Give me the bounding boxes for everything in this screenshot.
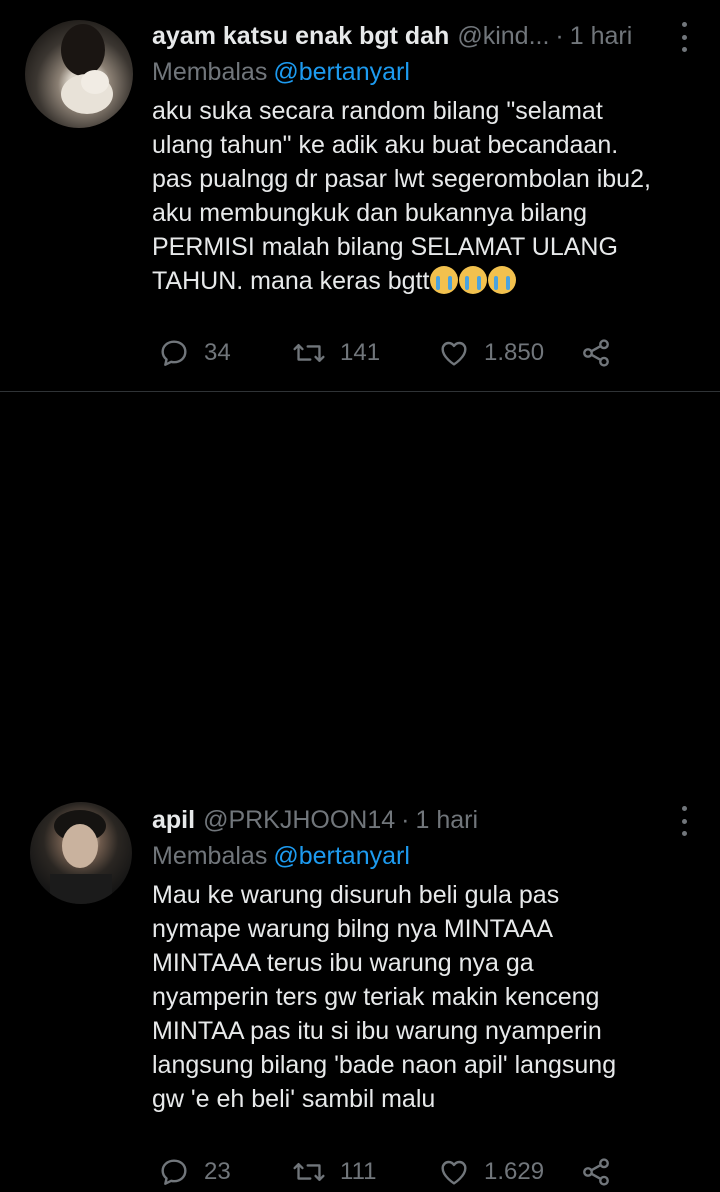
tweet-text-content: aku suka secara random bilang "selamat u… [152, 97, 651, 295]
tweet-text: Mau ke warung disuruh beli gula pas nyma… [152, 881, 617, 1113]
retweet-button[interactable]: 141 [292, 333, 380, 373]
tweet-text: aku suka secara random bilang "selamat u… [152, 94, 680, 298]
display-name[interactable]: ayam katsu enak bgt dah [152, 22, 449, 51]
tweet-actions: 23 111 1.629 [152, 1152, 680, 1192]
share-icon [583, 339, 609, 367]
like-icon [441, 1160, 467, 1185]
crying-emoji-icon [488, 266, 517, 294]
replying-to-label: Membalas [152, 58, 268, 86]
share-icon [583, 1158, 609, 1186]
timestamp[interactable]: 1 hari [570, 22, 633, 51]
reply-icon [161, 1159, 187, 1185]
separator-dot: · [555, 21, 564, 50]
emoji-group [429, 266, 517, 295]
tweet-header: apil @PRKJHOON14 · 1 hari [152, 802, 680, 838]
reply-icon [161, 340, 187, 366]
tweet[interactable]: ayam katsu enak bgt dah @kind... · 1 har… [0, 0, 720, 392]
retweet-count: 141 [340, 339, 381, 366]
replying-to-label: Membalas [152, 842, 268, 870]
tweet-actions: 34 141 1.850 [152, 333, 680, 373]
crying-emoji-icon [459, 266, 488, 294]
retweet-icon [293, 343, 325, 363]
avatar[interactable] [25, 20, 133, 128]
more-icon[interactable] [674, 22, 694, 52]
tweet-header: ayam katsu enak bgt dah @kind... · 1 har… [152, 18, 680, 54]
like-icon [441, 341, 467, 366]
like-button[interactable]: 1.629 [438, 1152, 544, 1192]
retweet-count: 111 [340, 1158, 377, 1185]
display-name[interactable]: apil [152, 806, 195, 835]
tweet[interactable]: apil @PRKJHOON14 · 1 hari Membalas @berta… [0, 392, 720, 1186]
like-count: 1.850 [484, 339, 545, 366]
reply-count: 23 [204, 1158, 231, 1185]
replying-to: Membalas @bertanyarl [152, 54, 680, 90]
share-button[interactable] [580, 1152, 612, 1192]
retweet-icon [293, 1162, 325, 1182]
reply-button[interactable]: 34 [158, 333, 231, 373]
share-button[interactable] [580, 333, 612, 373]
timestamp[interactable]: 1 hari [416, 806, 479, 835]
separator-dot: · [401, 805, 410, 834]
mention-link[interactable]: @bertanyarl [273, 58, 410, 86]
replying-to: Membalas @bertanyarl [152, 838, 680, 874]
avatar[interactable] [30, 802, 132, 904]
avatar-photo [50, 810, 112, 904]
like-count: 1.629 [484, 1158, 545, 1185]
mention-link[interactable]: @bertanyarl [273, 842, 410, 870]
more-icon[interactable] [674, 806, 694, 836]
user-handle[interactable]: @PRKJHOON14 [203, 806, 395, 835]
reply-button[interactable]: 23 [158, 1152, 231, 1192]
retweet-button[interactable]: 111 [292, 1152, 376, 1192]
user-handle[interactable]: @kind... [457, 22, 549, 51]
like-button[interactable]: 1.850 [438, 333, 544, 373]
reply-count: 34 [204, 339, 231, 366]
avatar-photo [61, 24, 113, 114]
crying-emoji-icon [430, 266, 459, 294]
